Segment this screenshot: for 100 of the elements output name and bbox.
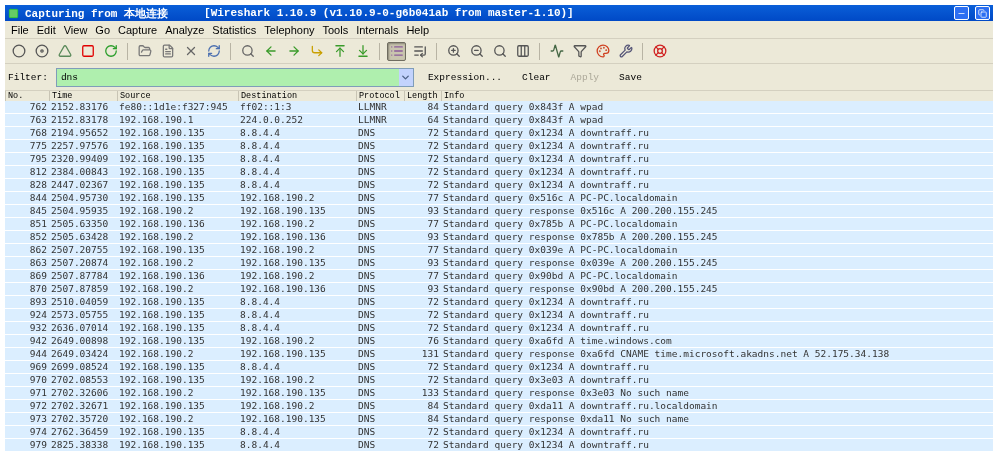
table-cell: 8.8.4.4	[238, 361, 356, 374]
table-cell: 192.168.190.135	[117, 127, 238, 140]
list-icon[interactable]	[387, 41, 406, 61]
table-cell: 971	[5, 387, 49, 400]
table-cell: 2505.63428	[49, 231, 117, 244]
table-cell: 2257.97576	[49, 140, 117, 153]
table-cell: 944	[5, 348, 49, 361]
table-cell: 72	[404, 426, 441, 439]
table-cell: 192.168.190.2	[117, 348, 238, 361]
menu-item[interactable]: Help	[402, 23, 433, 36]
table-cell: 72	[404, 296, 441, 309]
window-subtitle: [Wireshark 1.10.9 (v1.10.9-0-g6b041ab from master-1.10)]	[204, 7, 574, 19]
filter-action-button[interactable]: Save	[613, 71, 648, 83]
table-cell: 942	[5, 335, 49, 348]
column-header[interactable]: Source	[117, 91, 238, 101]
menu-item[interactable]: Go	[91, 23, 115, 36]
table-cell: 192.168.190.135	[238, 205, 356, 218]
table-cell: DNS	[356, 348, 404, 361]
table-cell: 192.168.190.2	[238, 218, 356, 231]
table-cell: 795	[5, 153, 49, 166]
menu-item[interactable]: Tools	[318, 23, 353, 36]
table-cell: DNS	[356, 335, 404, 348]
table-cell: 192.168.190.135	[117, 361, 238, 374]
table-cell: 76	[404, 335, 441, 348]
table-cell: 862	[5, 244, 49, 257]
table-cell: DNS	[356, 413, 404, 426]
table-cell: 93	[404, 257, 441, 270]
table-cell: 192.168.190.2	[238, 192, 356, 205]
table-cell: 192.168.190.135	[117, 140, 238, 153]
table-cell: DNS	[356, 374, 404, 387]
table-cell: 192.168.190.135	[117, 335, 238, 348]
table-cell: 2384.00843	[49, 166, 117, 179]
table-cell: DNS	[356, 439, 404, 452]
table-cell: 2507.20874	[49, 257, 117, 270]
table-cell: Standard query 0x1234 A downtraff.ru	[441, 127, 993, 140]
table-cell: LLMNR	[356, 114, 404, 127]
table-cell: 72	[404, 179, 441, 192]
table-cell: 192.168.190.136	[117, 270, 238, 283]
table-cell: 72	[404, 322, 441, 335]
table-cell: 72	[404, 166, 441, 179]
table-cell: 2152.83176	[49, 101, 117, 114]
table-cell: 224.0.0.252	[238, 114, 356, 127]
table-cell: DNS	[356, 179, 404, 192]
table-cell: 93	[404, 205, 441, 218]
table-cell: DNS	[356, 361, 404, 374]
table-cell: Standard query 0x843f A wpad	[441, 101, 993, 114]
menu-item[interactable]: Edit	[32, 23, 60, 36]
table-cell: 84	[404, 413, 441, 426]
table-cell: 970	[5, 374, 49, 387]
table-cell: DNS	[356, 140, 404, 153]
table-cell: Standard query 0x1234 A downtraff.ru	[441, 179, 993, 192]
restore-button[interactable]	[975, 6, 990, 20]
table-cell: 192.168.190.135	[238, 257, 356, 270]
table-cell: 8.8.4.4	[238, 153, 356, 166]
table-cell: 192.168.190.135	[238, 413, 356, 426]
table-cell: 2152.83178	[49, 114, 117, 127]
menu-item[interactable]: Internals	[352, 23, 403, 36]
window-title: Capturing from 本地连接	[25, 6, 169, 21]
table-cell: 844	[5, 192, 49, 205]
table-cell: DNS	[356, 231, 404, 244]
table-cell: 192.168.190.135	[238, 387, 356, 400]
table-cell: DNS	[356, 218, 404, 231]
table-cell: 192.168.190.2	[117, 387, 238, 400]
table-cell: 870	[5, 283, 49, 296]
filter-action-button[interactable]: Expression...	[421, 71, 509, 83]
table-cell: 72	[404, 439, 441, 452]
table-cell: Standard query 0x1234 A downtraff.ru	[441, 439, 993, 452]
menu-item[interactable]: Capture	[114, 23, 162, 36]
table-cell: 2702.08553	[49, 374, 117, 387]
table-cell: Standard query response 0x516c A 200.200.155.245	[441, 205, 993, 218]
table-cell: 893	[5, 296, 49, 309]
menu-item[interactable]: View	[59, 23, 92, 36]
table-cell: Standard query 0x1234 A downtraff.ru	[441, 361, 993, 374]
table-cell: 8.8.4.4	[238, 309, 356, 322]
menu-item[interactable]: Statistics	[208, 23, 261, 36]
menu-item[interactable]: Telephony	[260, 23, 319, 36]
table-cell: Standard query response 0x3e03 No such name	[441, 387, 993, 400]
table-cell: 192.168.190.136	[238, 283, 356, 296]
minimize-button[interactable]	[954, 6, 969, 20]
table-cell: 64	[404, 114, 441, 127]
menu-item[interactable]: File	[7, 23, 33, 36]
table-cell: 133	[404, 387, 441, 400]
table-cell: 72	[404, 309, 441, 322]
table-cell: 2825.38338	[49, 439, 117, 452]
table-cell: 2762.36459	[49, 426, 117, 439]
table-cell: 192.168.190.135	[117, 309, 238, 322]
table-cell: DNS	[356, 166, 404, 179]
table-cell: Standard query 0x1234 A downtraff.ru	[441, 140, 993, 153]
menu-item[interactable]: Analyze	[161, 23, 209, 36]
table-cell: 192.168.190.136	[117, 218, 238, 231]
table-cell: 72	[404, 127, 441, 140]
table-cell: 192.168.190.135	[117, 322, 238, 335]
filter-action-button[interactable]: Clear	[516, 71, 557, 83]
table-cell: 2649.00898	[49, 335, 117, 348]
table-cell: Standard query 0x516c A PC-PC.localdomain	[441, 192, 993, 205]
table-cell: 192.168.190.135	[117, 166, 238, 179]
table-cell: 192.168.190.2	[238, 335, 356, 348]
table-cell: Standard query 0x785b A PC-PC.localdomain	[441, 218, 993, 231]
column-header[interactable]: Info	[441, 91, 993, 101]
table-cell: 8.8.4.4	[238, 322, 356, 335]
